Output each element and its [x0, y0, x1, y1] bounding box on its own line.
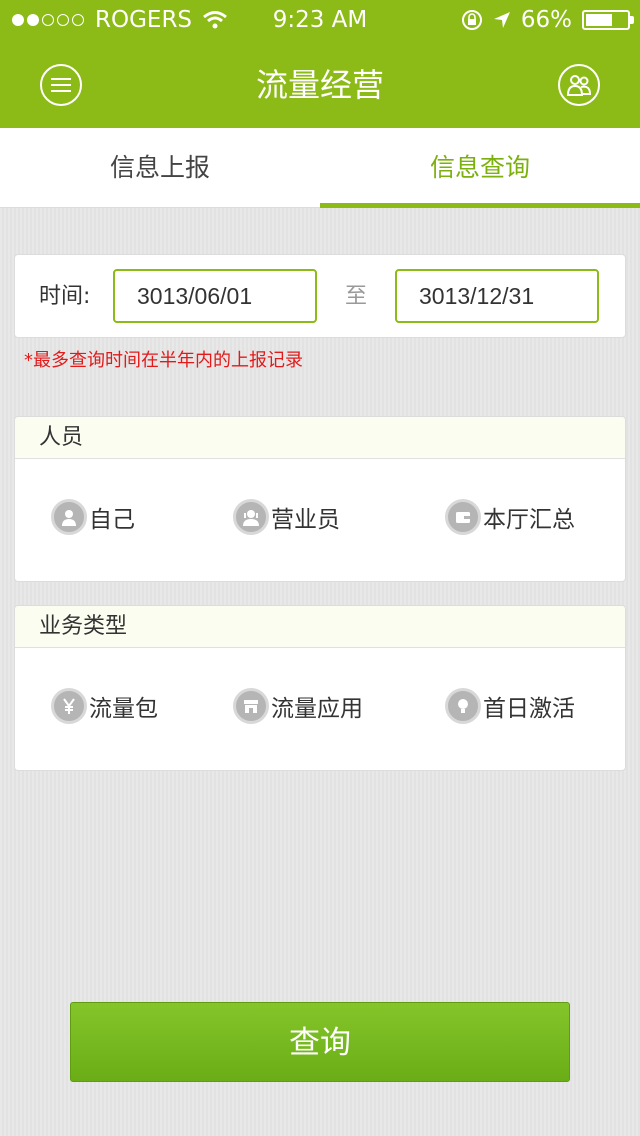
to-label: 至 [345, 284, 368, 309]
status-bar: ROGERS 9:23 AM 66% [0, 0, 640, 40]
wallet-icon [445, 499, 481, 535]
time-label: 时间: [39, 284, 91, 309]
option-self[interactable]: 自己 [51, 497, 135, 537]
option-label: 营业员 [271, 507, 340, 533]
option-label: 首日激活 [483, 696, 575, 722]
signal-dot [27, 14, 39, 26]
bulb-icon [445, 688, 481, 724]
option-first-day-activation[interactable]: 首日激活 [445, 686, 575, 726]
store-icon [233, 688, 269, 724]
query-range-note: *最多查询时间在半年内的上报记录 [24, 350, 303, 371]
section-title: 人员 [15, 417, 625, 459]
staff-icon [233, 499, 269, 535]
app-header: ROGERS 9:23 AM 66% 流量经营 [0, 0, 640, 128]
option-data-app[interactable]: 流量应用 [233, 686, 363, 726]
time-filter-card: 时间: 3013/06/01 至 3013/12/31 [14, 254, 626, 338]
end-date-field[interactable]: 3013/12/31 [395, 269, 599, 323]
option-data-package[interactable]: 流量包 [51, 686, 158, 726]
person-icon [51, 499, 87, 535]
people-section: 人员 自己 营业员 本厅汇总 [14, 416, 626, 582]
section-title: 业务类型 [15, 606, 625, 648]
battery-percent: 66% [520, 7, 572, 33]
tab-info-query[interactable]: 信息查询 [320, 128, 640, 208]
option-label: 本厅汇总 [483, 507, 575, 533]
signal-dot [57, 14, 69, 26]
option-staff[interactable]: 营业员 [233, 497, 340, 537]
signal-dot [12, 14, 24, 26]
page-title: 流量经营 [255, 66, 384, 104]
wifi-icon [203, 11, 227, 29]
users-icon [566, 75, 592, 96]
option-label: 流量应用 [271, 696, 363, 722]
tab-info-report[interactable]: 信息上报 [0, 128, 320, 208]
location-icon [493, 12, 510, 28]
option-label: 流量包 [89, 696, 158, 722]
yen-icon [51, 688, 87, 724]
battery-fill [586, 14, 612, 26]
battery-icon [582, 10, 634, 30]
option-label: 自己 [89, 507, 135, 533]
rotation-lock-icon [461, 10, 482, 30]
tab-bar: 信息上报 信息查询 [0, 128, 640, 208]
main-content: 时间: 3013/06/01 至 3013/12/31 *最多查询时间在半年内的… [0, 208, 640, 1136]
carrier-name: ROGERS [95, 7, 193, 33]
signal-dot [72, 14, 84, 26]
query-button[interactable]: 查询 [70, 1002, 570, 1082]
start-date-field[interactable]: 3013/06/01 [113, 269, 317, 323]
signal-dot [42, 14, 54, 26]
signal-strength-icon [12, 14, 87, 26]
option-hall-summary[interactable]: 本厅汇总 [445, 497, 575, 537]
users-button[interactable] [558, 64, 600, 106]
business-type-section: 业务类型 流量包 流量应用 首日激活 [14, 605, 626, 771]
